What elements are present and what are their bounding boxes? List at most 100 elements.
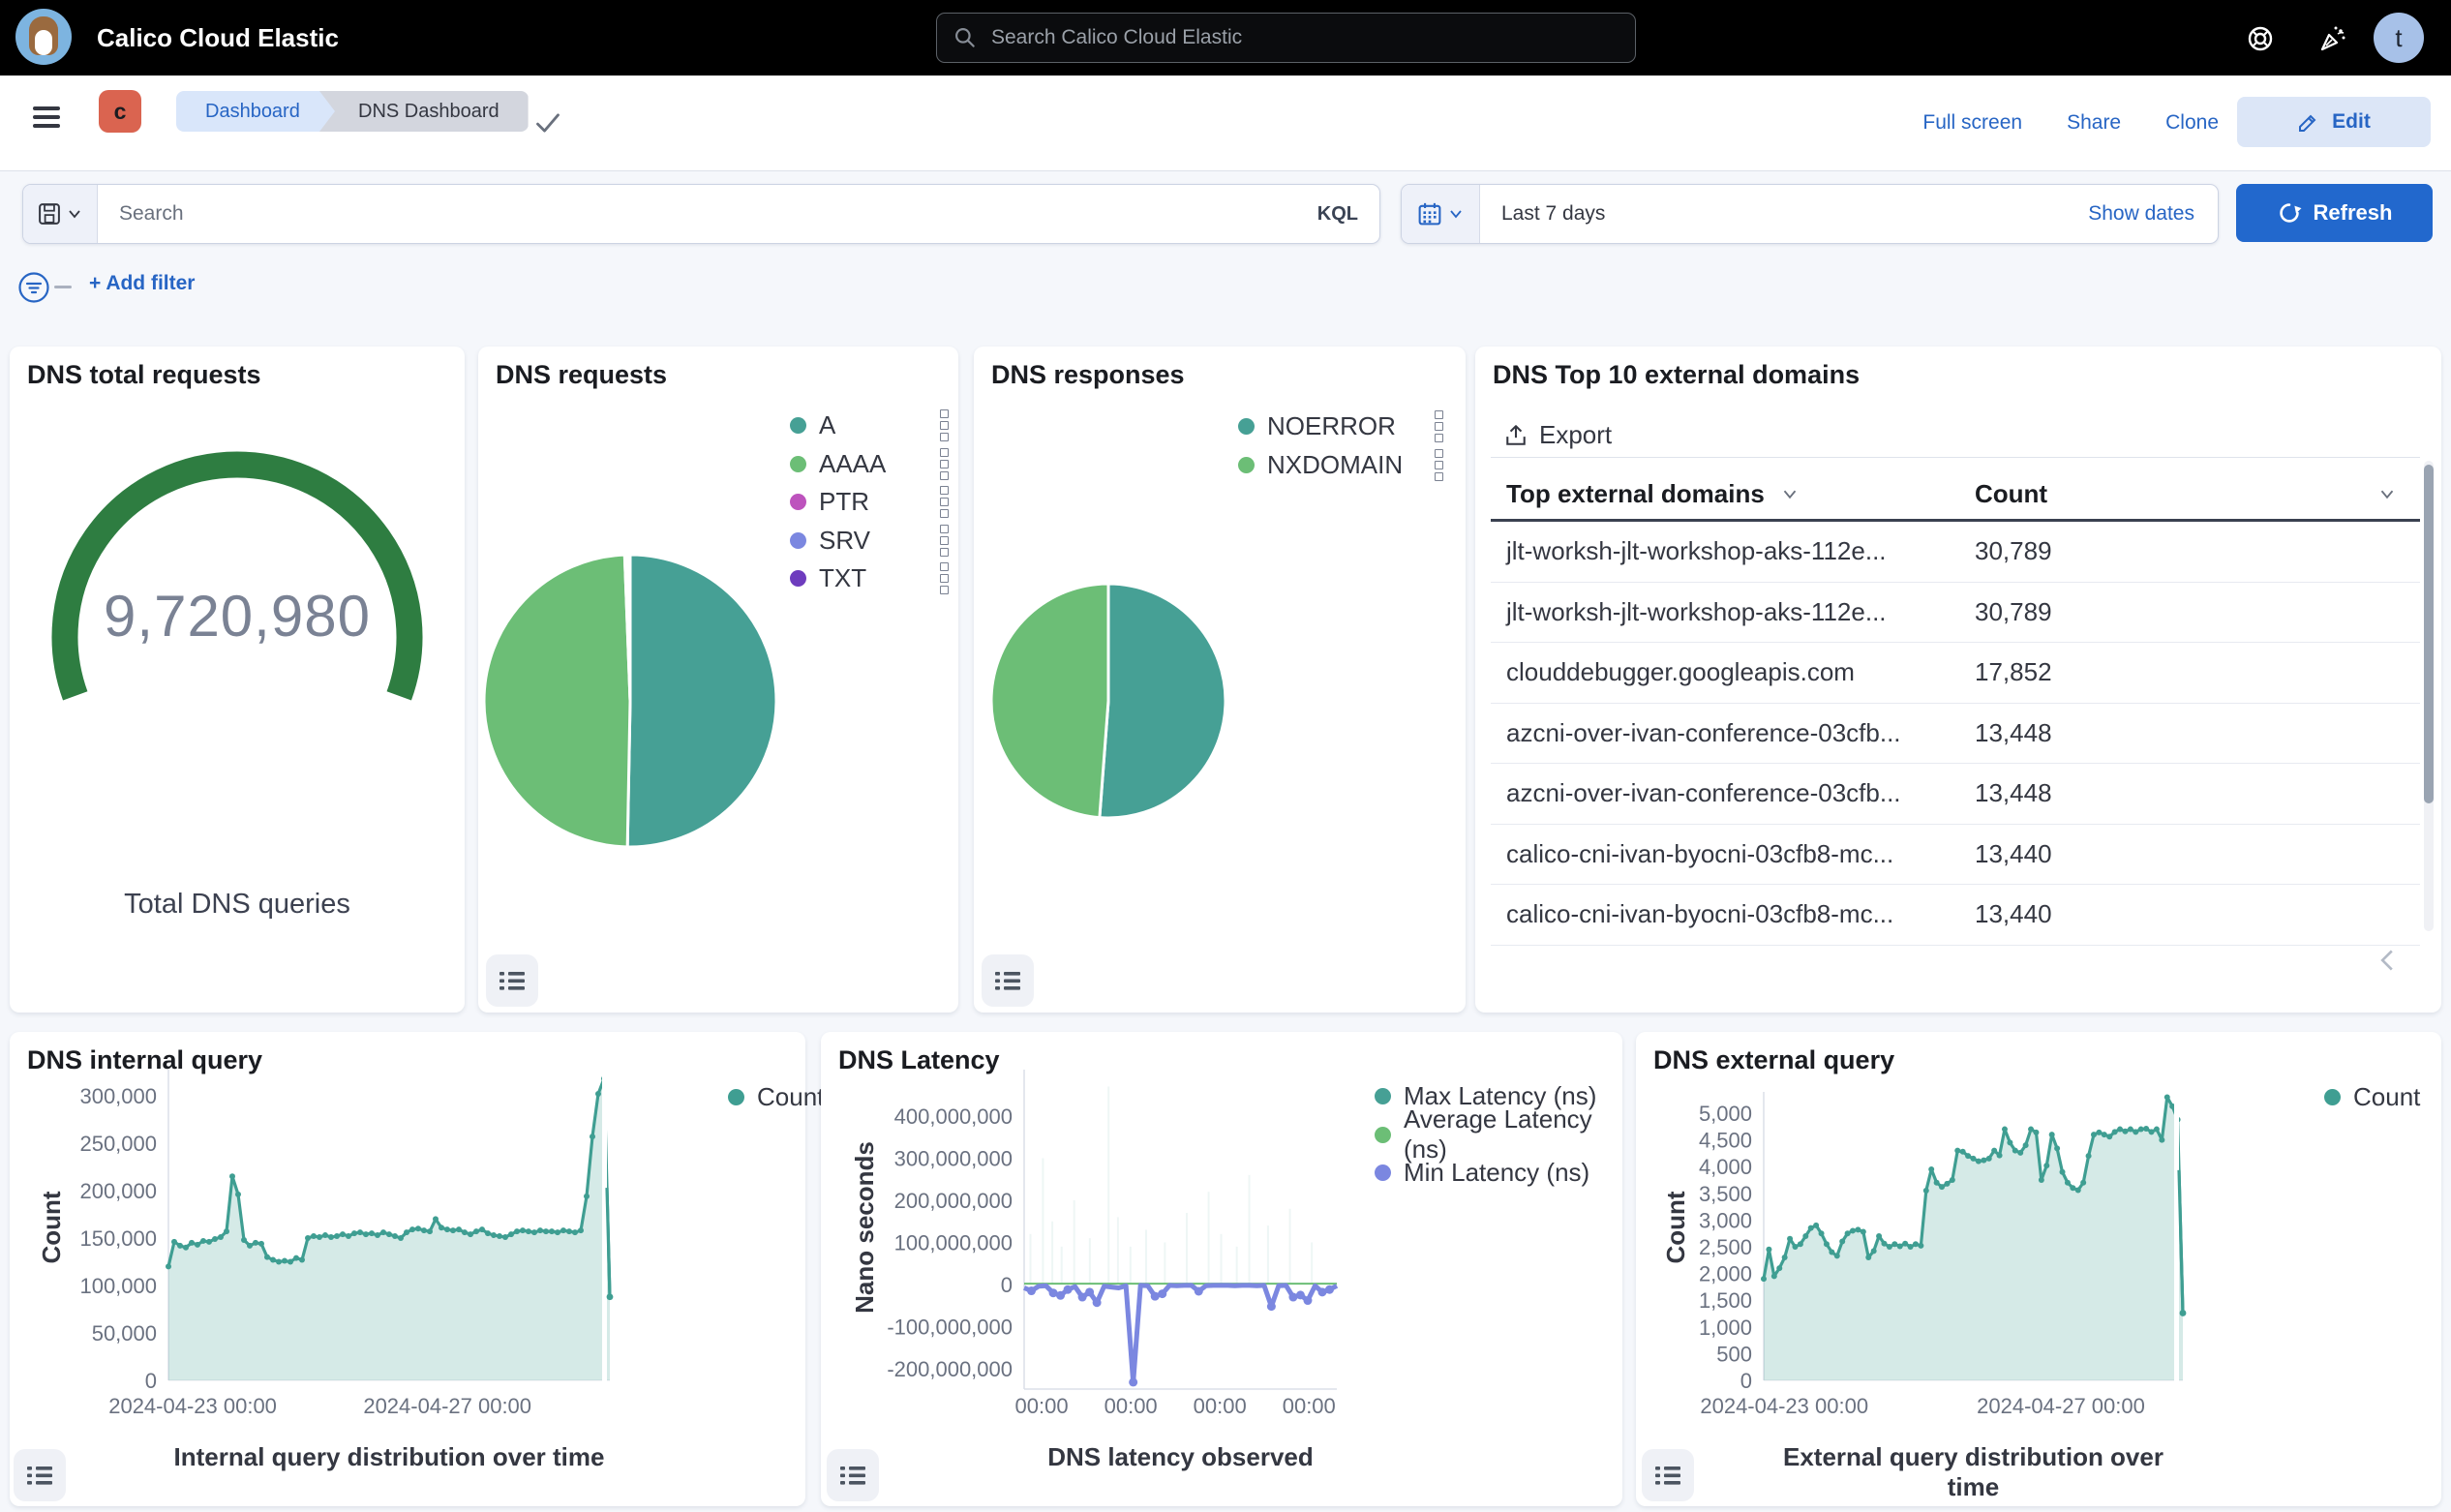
calico-logo-icon[interactable] bbox=[15, 9, 72, 65]
filter-menu-icon[interactable] bbox=[17, 271, 50, 304]
legend-item[interactable]: A bbox=[790, 407, 949, 445]
global-search-input[interactable] bbox=[989, 25, 1613, 50]
svg-text:400,000,000: 400,000,000 bbox=[894, 1104, 1013, 1129]
legend-toggle-button[interactable] bbox=[14, 1449, 66, 1501]
legend-actions-icon[interactable] bbox=[1435, 449, 1443, 481]
legend-dot bbox=[1238, 418, 1255, 435]
time-picker: Last 7 days Show dates bbox=[1401, 184, 2219, 244]
cell-domain: jlt-worksh-jlt-workshop-aks-112e... bbox=[1491, 536, 1975, 566]
cell-count: 13,448 bbox=[1975, 718, 2052, 748]
table-row[interactable]: jlt-worksh-jlt-workshop-aks-112e...30,78… bbox=[1491, 583, 2420, 644]
space-avatar[interactable]: c bbox=[99, 90, 141, 133]
cell-domain: calico-cni-ivan-byocni-03cfb8-mc... bbox=[1491, 839, 1975, 869]
legend-label: Count bbox=[2353, 1082, 2420, 1112]
legend-dot bbox=[790, 532, 806, 549]
column-header-count[interactable]: Count bbox=[1975, 479, 2420, 509]
divider bbox=[1491, 457, 2420, 458]
svg-text:4,500: 4,500 bbox=[1699, 1129, 1752, 1153]
time-picker-menu[interactable] bbox=[1402, 185, 1480, 243]
table-row[interactable]: jlt-worksh-jlt-workshop-aks-112e...30,78… bbox=[1491, 522, 2420, 583]
legend-item[interactable]: TXT bbox=[790, 559, 949, 598]
svg-text:50,000: 50,000 bbox=[92, 1321, 157, 1346]
kql-search-input[interactable] bbox=[117, 201, 1317, 227]
legend-toggle-button[interactable] bbox=[827, 1449, 879, 1501]
legend-toggle-button[interactable] bbox=[982, 954, 1034, 1007]
legend-item[interactable]: Count bbox=[2324, 1077, 2431, 1116]
svg-text:100,000: 100,000 bbox=[79, 1274, 157, 1298]
svg-text:00:00: 00:00 bbox=[1283, 1394, 1336, 1418]
legend-item[interactable]: AAAA bbox=[790, 445, 949, 484]
global-search[interactable] bbox=[936, 13, 1636, 63]
export-button[interactable]: Export bbox=[1504, 420, 1612, 450]
legend-dot bbox=[1238, 457, 1255, 473]
panel-dns-latency: DNS Latency 400,000,000300,000,000200,00… bbox=[821, 1032, 1622, 1506]
legend-dot bbox=[1375, 1164, 1391, 1181]
clone-link[interactable]: Clone bbox=[2165, 111, 2219, 135]
legend-toggle-button[interactable] bbox=[1642, 1449, 1694, 1501]
svg-text:0: 0 bbox=[1001, 1273, 1013, 1297]
legend-label: Min Latency (ns) bbox=[1404, 1158, 1589, 1188]
legend-actions-icon[interactable] bbox=[940, 562, 949, 594]
list-icon bbox=[27, 1465, 52, 1487]
news-party-popper-icon[interactable] bbox=[2315, 22, 2348, 55]
table-row[interactable]: calico-cni-ivan-byocni-03cfb8-mc...13,44… bbox=[1491, 825, 2420, 886]
edit-button[interactable]: Edit bbox=[2237, 97, 2431, 147]
breadcrumb-dashboard[interactable]: Dashboard bbox=[176, 91, 339, 132]
saved-query-menu[interactable] bbox=[23, 185, 98, 243]
column-header-domains[interactable]: Top external domains bbox=[1491, 479, 1975, 509]
y-axis-label: Count bbox=[37, 1191, 67, 1263]
cell-count: 13,440 bbox=[1975, 899, 2052, 929]
svg-text:4,000: 4,000 bbox=[1699, 1155, 1752, 1179]
panel-title: DNS Latency bbox=[838, 1045, 1000, 1075]
time-range-value[interactable]: Last 7 days bbox=[1501, 202, 1605, 226]
share-link[interactable]: Share bbox=[2067, 111, 2121, 135]
refresh-button[interactable]: Refresh bbox=[2236, 184, 2433, 242]
legend-actions-icon[interactable] bbox=[940, 448, 949, 480]
list-icon bbox=[499, 970, 525, 992]
legend-actions-icon[interactable] bbox=[1435, 410, 1443, 442]
kql-badge[interactable]: KQL bbox=[1317, 203, 1358, 226]
top-header: Calico Cloud Elastic t bbox=[0, 0, 2451, 76]
legend-toggle-button[interactable] bbox=[486, 954, 538, 1007]
table-row[interactable]: azcni-over-ivan-conference-03cfb...13,44… bbox=[1491, 704, 2420, 765]
legend-item[interactable]: Average Latency (ns) bbox=[1375, 1116, 1617, 1155]
legend-label: TXT bbox=[819, 563, 866, 593]
cell-domain: jlt-worksh-jlt-workshop-aks-112e... bbox=[1491, 597, 1975, 627]
table-row[interactable]: azcni-over-ivan-conference-03cfb...13,44… bbox=[1491, 764, 2420, 825]
svg-text:-200,000,000: -200,000,000 bbox=[887, 1357, 1013, 1381]
table-row[interactable]: clouddebugger.googleapis.com17,852 bbox=[1491, 643, 2420, 704]
svg-text:1,000: 1,000 bbox=[1699, 1315, 1752, 1340]
add-filter-button[interactable]: + Add filter bbox=[89, 272, 195, 295]
legend-item[interactable]: NOERROR bbox=[1238, 408, 1443, 446]
search-icon bbox=[953, 25, 978, 50]
pencil-icon bbox=[2297, 110, 2320, 134]
svg-text:2,500: 2,500 bbox=[1699, 1235, 1752, 1259]
legend-item[interactable]: Min Latency (ns) bbox=[1375, 1154, 1617, 1193]
prev-page-icon[interactable] bbox=[2379, 949, 2395, 979]
legend-actions-icon[interactable] bbox=[940, 409, 949, 441]
legend-item[interactable]: NXDOMAIN bbox=[1238, 446, 1443, 485]
svg-text:0: 0 bbox=[145, 1369, 157, 1393]
legend-actions-icon[interactable] bbox=[940, 525, 949, 557]
sort-chevron-icon bbox=[1782, 489, 1798, 499]
panel-title: DNS Top 10 external domains bbox=[1493, 360, 1860, 390]
menu-hamburger-icon[interactable] bbox=[33, 106, 60, 133]
panel-dns-responses: DNS responses NOERRORNXDOMAIN bbox=[974, 347, 1466, 1013]
cell-count: 13,440 bbox=[1975, 839, 2052, 869]
help-lifering-icon[interactable] bbox=[2244, 22, 2277, 55]
list-icon bbox=[1655, 1465, 1680, 1487]
table-row[interactable]: calico-cni-ivan-byocni-03cfb8-mc...13,44… bbox=[1491, 885, 2420, 946]
legend-item[interactable]: Count bbox=[728, 1077, 834, 1116]
show-dates-link[interactable]: Show dates bbox=[2088, 202, 2194, 226]
table-body: jlt-worksh-jlt-workshop-aks-112e...30,78… bbox=[1491, 522, 2420, 946]
legend-actions-icon[interactable] bbox=[940, 486, 949, 518]
check-icon[interactable] bbox=[534, 110, 561, 136]
save-icon bbox=[39, 203, 60, 225]
legend-item[interactable]: SRV bbox=[790, 522, 949, 560]
x-axis-label: DNS latency observed bbox=[1024, 1442, 1337, 1472]
table-scrollbar-thumb[interactable] bbox=[2424, 465, 2434, 803]
user-avatar[interactable]: t bbox=[2374, 13, 2424, 63]
legend-item[interactable]: PTR bbox=[790, 483, 949, 522]
full-screen-link[interactable]: Full screen bbox=[1922, 111, 2022, 135]
legend-label: SRV bbox=[819, 526, 870, 556]
